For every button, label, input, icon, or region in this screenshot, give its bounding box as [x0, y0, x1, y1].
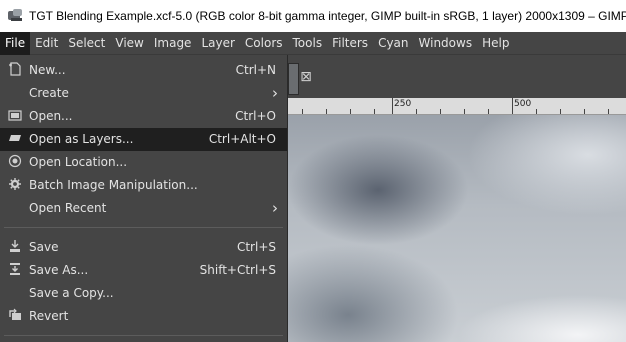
menu-item-label: New... [29, 63, 66, 77]
menu-item-label: Save [29, 240, 59, 254]
window-title-bar: TGT Blending Example.xcf-5.0 (RGB color … [0, 0, 626, 32]
menu-separator [4, 335, 283, 336]
menu-item-shortcut: Ctrl+O [235, 109, 276, 123]
menu-item-batch-image-manipulation[interactable]: Batch Image Manipulation... [0, 174, 287, 197]
menu-item-label: Open as Layers... [29, 132, 134, 146]
globe-icon [7, 154, 23, 170]
menu-bar: File Edit Select View Image Layer Colors… [0, 31, 626, 55]
menu-item-label: Save a Copy... [29, 286, 114, 300]
ruler-label: 250 [394, 99, 412, 109]
menu-colors[interactable]: Colors [240, 32, 288, 55]
menu-filters[interactable]: Filters [327, 32, 373, 55]
menu-view[interactable]: View [110, 32, 148, 55]
menu-item-save-a-copy[interactable]: Save a Copy... [0, 282, 287, 305]
image-tab-strip: ⊠ [288, 55, 626, 98]
menu-edit[interactable]: Edit [30, 32, 63, 55]
save-icon [7, 239, 23, 255]
chevron-right-icon: › [272, 199, 278, 217]
menu-item-label: Open Recent [29, 201, 107, 215]
image-canvas[interactable] [288, 115, 626, 342]
menu-layer[interactable]: Layer [196, 32, 239, 55]
menu-item-shortcut: Ctrl+N [235, 63, 276, 77]
menu-item-open-location[interactable]: Open Location... [0, 151, 287, 174]
ruler-label: 500 [514, 99, 532, 109]
save-as-icon [7, 262, 23, 278]
open-as-layers-icon [7, 131, 23, 147]
chevron-right-icon: › [272, 84, 278, 102]
new-icon [7, 62, 23, 78]
file-menu-dropdown: New... Ctrl+N Create › Open... Ctrl+O Op… [0, 55, 288, 342]
menu-file[interactable]: File [0, 31, 31, 55]
open-icon [7, 108, 23, 124]
menu-windows[interactable]: Windows [414, 32, 478, 55]
menu-item-open[interactable]: Open... Ctrl+O [0, 105, 287, 128]
menu-item-label: Open... [29, 109, 73, 123]
menu-cyan[interactable]: Cyan [373, 32, 413, 55]
menu-item-save[interactable]: Save Ctrl+S [0, 236, 287, 259]
horizontal-ruler[interactable]: 250 500 [288, 98, 626, 115]
menu-item-open-recent[interactable]: Open Recent › [0, 197, 287, 220]
menu-image[interactable]: Image [149, 32, 197, 55]
menu-item-label: Batch Image Manipulation... [29, 178, 198, 192]
menu-tools[interactable]: Tools [288, 32, 328, 55]
revert-icon [7, 308, 23, 324]
close-icon[interactable]: ⊠ [298, 69, 314, 85]
menu-item-new[interactable]: New... Ctrl+N [0, 59, 287, 82]
menu-item-label: Open Location... [29, 155, 128, 169]
menu-help[interactable]: Help [477, 32, 514, 55]
menu-item-label: Save As... [29, 263, 89, 277]
gimp-app-icon [8, 9, 24, 23]
menu-item-label: Revert [29, 309, 69, 323]
gear-icon [7, 177, 23, 193]
menu-item-open-as-layers[interactable]: Open as Layers... Ctrl+Alt+O [0, 128, 287, 151]
menu-item-shortcut: Ctrl+Alt+O [208, 132, 276, 146]
menu-item-label: Create [29, 86, 69, 100]
menu-item-shortcut: Shift+Ctrl+S [199, 263, 276, 277]
window-title: TGT Blending Example.xcf-5.0 (RGB color … [29, 9, 626, 23]
menu-item-revert[interactable]: Revert [0, 305, 287, 328]
menu-separator [4, 227, 283, 228]
menu-item-create[interactable]: Create › [0, 82, 287, 105]
menu-item-shortcut: Ctrl+S [236, 240, 276, 254]
menu-item-save-as[interactable]: Save As... Shift+Ctrl+S [0, 259, 287, 282]
menu-select[interactable]: Select [63, 32, 110, 55]
